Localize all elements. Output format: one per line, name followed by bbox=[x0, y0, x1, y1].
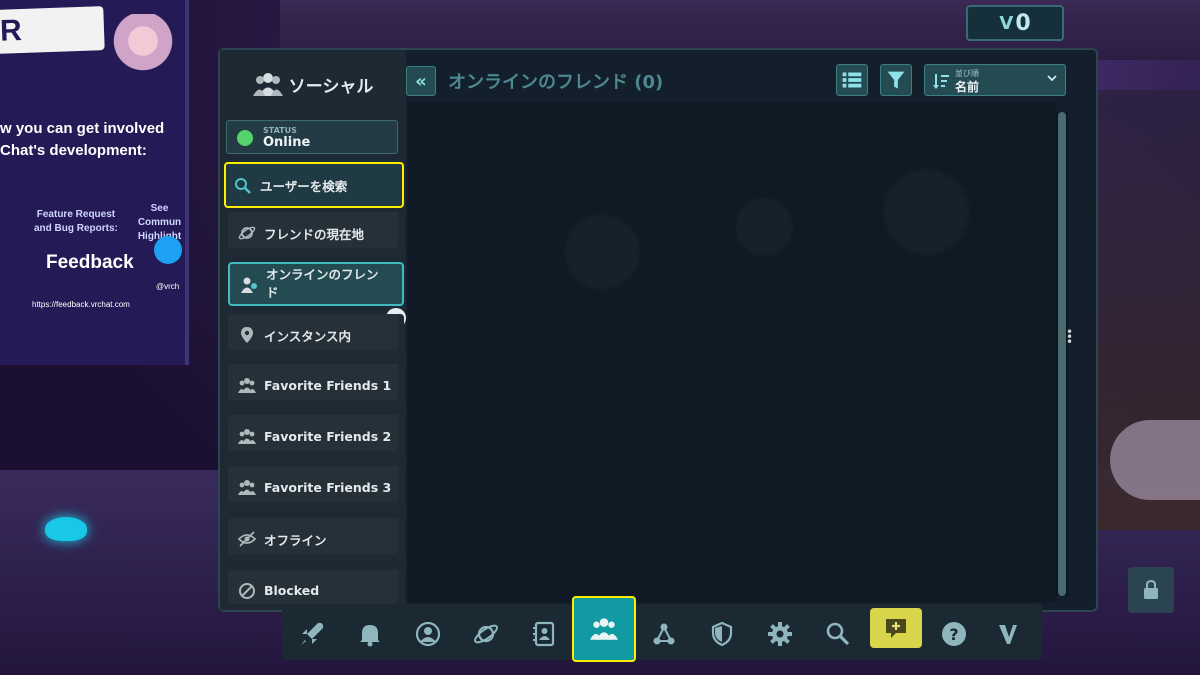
background-url: https://feedback.vrchat.com bbox=[32, 300, 130, 309]
sidebar-item-favorite-friends-2[interactable]: Favorite Friends 2 bbox=[228, 415, 404, 457]
sidebar-item-in-instance[interactable]: インスタンス内 bbox=[228, 314, 404, 356]
vrchat-credit-icon: V bbox=[999, 12, 1014, 34]
tab-launchpad[interactable] bbox=[288, 614, 336, 654]
sidebar-item-label: インスタンス内 bbox=[264, 328, 352, 344]
lock-icon bbox=[1144, 579, 1158, 599]
status-value: Online bbox=[263, 135, 311, 150]
credits-value: 0 bbox=[1015, 10, 1031, 36]
block-icon bbox=[239, 583, 255, 599]
tab-groups[interactable] bbox=[640, 614, 688, 654]
vrchat-icon bbox=[999, 625, 1017, 644]
background-hand bbox=[1110, 420, 1200, 500]
credits-display: V 0 bbox=[966, 5, 1064, 41]
chat-add-icon bbox=[886, 619, 906, 638]
status-label: STATUS bbox=[263, 126, 297, 135]
tab-social[interactable] bbox=[572, 596, 636, 662]
group-icon bbox=[238, 480, 256, 495]
tab-notifications[interactable] bbox=[346, 614, 394, 654]
friend-list-area[interactable] bbox=[408, 102, 1056, 602]
background-feedback: Feedback bbox=[46, 252, 134, 273]
planet-icon bbox=[474, 624, 498, 644]
group-icon bbox=[238, 429, 256, 444]
collapse-button[interactable]: « bbox=[406, 66, 436, 96]
background-character bbox=[108, 14, 178, 104]
sidebar-item-label: オンラインのフレンド bbox=[266, 267, 379, 300]
filter-button[interactable] bbox=[880, 64, 912, 96]
search-users-label: ユーザーを検索 bbox=[260, 178, 348, 194]
bell-icon bbox=[360, 625, 380, 647]
search-icon bbox=[826, 622, 850, 646]
background-handle: @vrch bbox=[156, 282, 180, 291]
planet-icon bbox=[238, 226, 256, 240]
bottom-toolbar: ? bbox=[282, 596, 1042, 662]
sidebar-item-label: Favorite Friends 3 bbox=[264, 479, 392, 495]
sort-value: 名前 bbox=[955, 80, 980, 94]
social-panel: ソーシャル STATUS Online ユーザーを検索 フレンドの現在地 オンラ… bbox=[218, 48, 1098, 612]
list-icon bbox=[842, 72, 862, 88]
scrollbar[interactable] bbox=[1056, 112, 1068, 596]
sidebar-item-label: オフライン bbox=[264, 532, 327, 548]
sidebar-title-text: ソーシャル bbox=[288, 76, 374, 97]
tab-safety[interactable] bbox=[698, 614, 746, 654]
background-reflection bbox=[408, 102, 1056, 602]
tab-chatbox[interactable] bbox=[870, 608, 922, 648]
friend-online-icon bbox=[241, 277, 257, 293]
sort-dropdown[interactable]: 並び順 名前 bbox=[924, 64, 1066, 96]
sidebar-item-label: Favorite Friends 1 bbox=[264, 377, 392, 393]
sidebar-item-label: Blocked bbox=[264, 582, 320, 598]
user-circle-icon bbox=[415, 621, 441, 647]
scrollbar-thumb[interactable] bbox=[1058, 112, 1066, 596]
tab-worlds[interactable] bbox=[462, 614, 510, 654]
sidebar-item-favorite-friends-1[interactable]: Favorite Friends 1 bbox=[228, 364, 404, 406]
main-header: « オンラインのフレンド (0) 並び順 名前 bbox=[406, 64, 1096, 104]
tab-settings[interactable] bbox=[756, 614, 804, 654]
background-logo: R CHAT bbox=[0, 6, 105, 92]
sidebar-item-online-friends[interactable]: オンラインのフレンド bbox=[228, 262, 404, 306]
svg-text:?: ? bbox=[949, 625, 958, 644]
background-screen: R CHAT w you can get involved Chat's dev… bbox=[0, 0, 189, 365]
rocket-icon bbox=[301, 622, 324, 645]
sidebar-item-friend-locations[interactable]: フレンドの現在地 bbox=[228, 212, 404, 254]
sidebar-item-offline[interactable]: オフライン bbox=[228, 518, 404, 560]
chevron-down-icon bbox=[1047, 75, 1057, 82]
social-icon bbox=[590, 618, 618, 640]
tab-search[interactable] bbox=[814, 614, 862, 654]
tab-profile[interactable] bbox=[404, 614, 452, 654]
gear-icon bbox=[768, 622, 792, 646]
background-col1: Feature Request and Bug Reports: bbox=[34, 209, 118, 234]
tab-vrchat-plus[interactable] bbox=[984, 614, 1032, 654]
search-icon bbox=[235, 178, 251, 194]
sidebar-item-favorite-friends-3[interactable]: Favorite Friends 3 bbox=[228, 466, 404, 508]
sidebar-item-label: フレンドの現在地 bbox=[264, 226, 365, 242]
tab-help[interactable]: ? bbox=[930, 614, 978, 654]
resize-handle[interactable]: • • • bbox=[1066, 326, 1073, 348]
location-pin-icon bbox=[241, 327, 253, 343]
page-title: オンラインのフレンド (0) bbox=[448, 72, 664, 93]
lock-button[interactable] bbox=[1128, 567, 1174, 613]
sort-icon bbox=[933, 74, 949, 89]
tab-avatars[interactable] bbox=[520, 614, 568, 654]
contacts-icon bbox=[533, 621, 555, 647]
eye-slash-icon bbox=[238, 531, 256, 547]
background-screen-text: w you can get involved Chat's developmen… bbox=[0, 120, 165, 159]
sidebar-item-label: Favorite Friends 2 bbox=[264, 428, 392, 444]
search-users-button[interactable]: ユーザーを検索 bbox=[224, 162, 404, 208]
group-icon bbox=[252, 73, 283, 96]
twitter-icon bbox=[154, 236, 182, 264]
status-selector[interactable]: STATUS Online bbox=[226, 120, 398, 154]
group-icon bbox=[238, 378, 256, 393]
teleport-blob bbox=[45, 517, 87, 541]
list-view-button[interactable] bbox=[836, 64, 868, 96]
shield-icon bbox=[711, 621, 733, 647]
help-icon: ? bbox=[942, 622, 966, 646]
sidebar: ソーシャル STATUS Online ユーザーを検索 フレンドの現在地 オンラ… bbox=[220, 50, 406, 610]
filter-icon bbox=[887, 71, 905, 89]
status-dot bbox=[237, 130, 253, 146]
network-icon bbox=[653, 623, 675, 645]
sidebar-title: ソーシャル bbox=[220, 64, 406, 104]
